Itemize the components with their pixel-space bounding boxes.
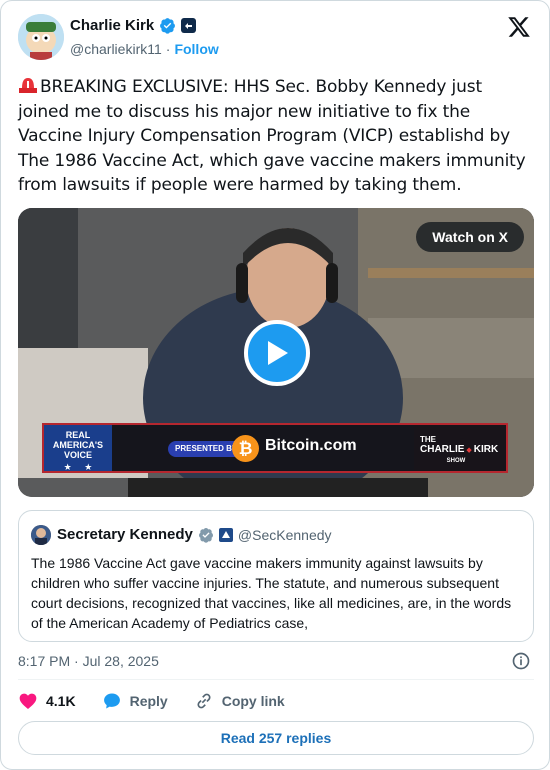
quoted-author-name[interactable]: Secretary Kennedy <box>57 526 193 543</box>
divider <box>18 679 534 680</box>
tweet-body: BREAKING EXCLUSIVE: HHS Sec. Bobby Kenne… <box>18 77 526 195</box>
reply-label: Reply <box>129 693 168 709</box>
siren-emoji-icon <box>19 78 37 93</box>
government-badge-icon <box>198 527 213 543</box>
info-icon[interactable] <box>511 651 531 671</box>
network-logo: REAL AMERICA'S VOICE ★ ★ <box>44 425 112 472</box>
author-handle-row: @charliekirk11 · Follow <box>70 41 219 57</box>
quoted-author-avatar[interactable] <box>31 525 51 545</box>
copy-link-button[interactable]: Copy link <box>194 691 285 711</box>
copy-link-label: Copy link <box>221 693 285 709</box>
reply-bubble-icon <box>103 693 120 709</box>
verified-badge-icon <box>160 18 176 34</box>
show-logo: THE CHARLIE ◆ KIRK SHOW <box>414 425 506 471</box>
x-logo-icon[interactable] <box>507 15 531 39</box>
affiliate-badge-icon[interactable] <box>181 18 197 33</box>
separator-dot: · <box>165 41 171 57</box>
quoted-header: Secretary Kennedy @SecKennedy <box>57 526 332 543</box>
action-bar: 4.1K Reply Copy link <box>18 691 311 711</box>
bitcoin-logo: ₿ <box>232 435 259 462</box>
tweet-text: BREAKING EXCLUSIVE: HHS Sec. Bobby Kenne… <box>18 75 538 198</box>
hhs-affiliate-icon <box>218 527 233 542</box>
heart-icon <box>19 693 37 709</box>
reply-button[interactable]: Reply <box>102 691 168 711</box>
follow-button[interactable]: Follow <box>174 41 218 57</box>
video-player[interactable]: Watch on X REAL AMERICA'S VOICE ★ ★ PRES… <box>18 208 534 497</box>
watch-on-x-button[interactable]: Watch on X <box>416 222 524 252</box>
tweet-card: Charlie Kirk @charliekirk11 · Follow BRE… <box>0 0 550 770</box>
author-handle[interactable]: @charliekirk11 <box>70 41 162 57</box>
quoted-author-handle[interactable]: @SecKennedy <box>238 527 332 543</box>
quoted-text: The 1986 Vaccine Act gave vaccine makers… <box>31 555 512 631</box>
quoted-tweet[interactable]: Secretary Kennedy @SecKennedy The 1986 V… <box>18 510 534 642</box>
link-icon <box>197 693 211 709</box>
like-button[interactable]: 4.1K <box>18 691 76 711</box>
author-name-row: Charlie Kirk <box>70 17 197 34</box>
sponsor-banner: REAL AMERICA'S VOICE ★ ★ PRESENTED BY: ₿… <box>42 423 508 473</box>
sponsor-name: Bitcoin.com <box>265 437 357 454</box>
read-replies-button[interactable]: Read 257 replies <box>18 721 534 755</box>
play-icon <box>268 341 288 365</box>
author-name[interactable]: Charlie Kirk <box>70 17 154 34</box>
tweet-timestamp[interactable]: 8:17 PM · Jul 28, 2025 <box>18 653 159 669</box>
like-count: 4.1K <box>46 693 76 709</box>
play-button[interactable] <box>244 320 310 386</box>
author-avatar[interactable] <box>18 14 64 60</box>
